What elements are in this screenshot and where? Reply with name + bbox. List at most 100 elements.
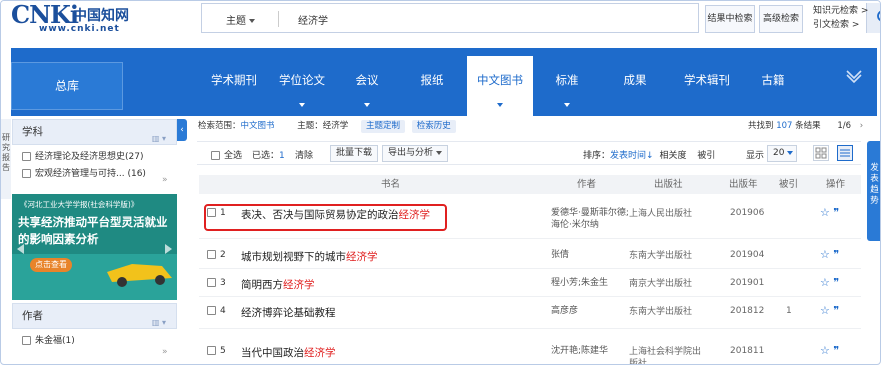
checkbox[interactable] — [207, 346, 216, 355]
scope-label: 检索范围： — [198, 121, 241, 131]
publisher-cell[interactable]: 东南大学出版社 — [629, 306, 692, 318]
trend-panel-tab[interactable]: 发表趋势 — [867, 141, 880, 241]
tab-4[interactable]: 报纸 — [404, 48, 460, 116]
expand-chevron-icon[interactable] — [845, 70, 863, 88]
topic-custom-button[interactable]: 主题定制 — [360, 120, 405, 133]
banner-view-button[interactable]: 点击查看 — [30, 258, 72, 272]
cnki-logo[interactable]: CNKi 中国知网 www.cnki.net — [11, 1, 151, 35]
row-index: 3 — [220, 278, 226, 288]
favorite-star-icon[interactable]: ☆ — [820, 276, 830, 289]
result-search-button[interactable]: 结果中检索 — [705, 5, 755, 33]
topic-value: 经济学 — [322, 121, 349, 131]
publisher-cell[interactable]: 南京大学出版社 — [629, 278, 692, 290]
author-line-1: 高彦彦 — [551, 306, 579, 316]
favorite-star-icon[interactable]: ☆ — [820, 206, 830, 219]
list-item[interactable]: 经济理论及经济思想史(27) — [12, 149, 177, 166]
search-input[interactable]: 经济学 — [298, 12, 328, 27]
author-cell[interactable]: 张倩 — [551, 249, 569, 261]
advanced-search-button[interactable]: 高级检索 — [759, 5, 803, 33]
clear-button[interactable]: 清除 — [295, 148, 313, 161]
publisher-cell[interactable]: 上海人民出版社 — [629, 208, 692, 220]
tab-zongku[interactable]: 总库 — [11, 62, 123, 110]
title-keyword: 经济学 — [346, 251, 378, 263]
favorite-star-icon[interactable]: ☆ — [820, 304, 830, 317]
book-title-link[interactable]: 城市规划视野下的城市经济学 — [241, 249, 378, 264]
cited-cell[interactable]: 1 — [786, 306, 792, 316]
tab-label: 学术辑刊 — [684, 73, 730, 87]
tab-2[interactable]: 学位论文 — [269, 48, 335, 116]
sort-by-cited[interactable]: 被引 — [697, 151, 715, 161]
checkbox[interactable] — [22, 169, 31, 178]
tab-label: 学位论文 — [279, 73, 325, 87]
tab-label: 学术期刊 — [211, 73, 257, 87]
expand-more-icon[interactable]: » — [162, 347, 168, 357]
page-size-select[interactable]: 20 — [767, 145, 797, 162]
sort-label: 排序： — [583, 151, 611, 161]
export-analysis-button[interactable]: 导出与分析 — [382, 145, 449, 162]
author-cell[interactable]: 高彦彦 — [551, 305, 578, 317]
row-select[interactable]: 2 — [207, 250, 226, 260]
logo-url: www.cnki.net — [39, 24, 120, 34]
citation-search-link[interactable]: 引文检索 > — [813, 18, 868, 32]
row-select[interactable]: 4 — [207, 306, 226, 316]
sort-by-time[interactable]: 发表时间 — [610, 151, 646, 161]
quote-icon[interactable]: ❞ — [833, 248, 839, 261]
author-cell[interactable]: 沈开艳;陈建华 — [551, 345, 608, 357]
subject-facet-header[interactable]: 学科 ▥ ▾ — [12, 119, 177, 145]
chart-icon[interactable]: ▥ ▾ — [152, 311, 166, 335]
book-title-link[interactable]: 当代中国政治经济学 — [241, 345, 336, 360]
book-title-link[interactable]: 简明西方经济学 — [241, 277, 315, 292]
checkbox[interactable] — [207, 250, 216, 259]
list-item[interactable]: 宏观经济管理与可持... (16) — [12, 166, 177, 183]
author-cell[interactable]: 爱德华·曼斯菲尔德; 海伦·米尔纳 — [551, 207, 629, 231]
promo-banner[interactable]: 《河北工业大学学报(社会科学版)》 共享经济推动平台型灵活就业 的影响因素分析 … — [12, 194, 177, 300]
tab-9[interactable]: 古籍 — [745, 48, 801, 116]
grid-view-icon[interactable] — [813, 145, 829, 161]
tab-6[interactable]: 标准 — [539, 48, 595, 116]
search-history-button[interactable]: 检索历史 — [411, 120, 456, 133]
favorite-star-icon[interactable]: ☆ — [820, 344, 830, 357]
select-all[interactable]: 全选 — [211, 148, 242, 161]
column-cited[interactable]: 被引 — [779, 175, 798, 194]
publisher-cell[interactable]: 东南大学出版社 — [629, 250, 692, 262]
checkbox[interactable] — [211, 151, 220, 160]
year-cell: 201901 — [730, 278, 765, 288]
favorite-star-icon[interactable]: ☆ — [820, 248, 830, 261]
row-ops: ☆ ❞ — [820, 248, 839, 261]
author-facet-header[interactable]: 作者 ▥ ▾ — [12, 303, 177, 329]
checkbox[interactable] — [22, 152, 31, 161]
search-field-select[interactable]: 主题 — [226, 12, 255, 27]
next-page-icon[interactable]: › — [860, 121, 863, 131]
book-title-link[interactable]: 经济博弈论基础教程 — [241, 305, 336, 320]
row-ops: ☆ ❞ — [820, 344, 839, 357]
quote-icon[interactable]: ❞ — [833, 344, 839, 357]
checkbox[interactable] — [207, 278, 216, 287]
chart-icon[interactable]: ▥ ▾ — [152, 127, 166, 151]
author-cell[interactable]: 程小芳;朱金生 — [551, 277, 608, 289]
research-report-tool[interactable]: 研究报告 — [1, 119, 11, 199]
quote-icon[interactable]: ❞ — [833, 304, 839, 317]
tab-7[interactable]: 成果 — [607, 48, 663, 116]
row-select[interactable]: 3 — [207, 278, 226, 288]
expand-more-icon[interactable]: » — [162, 175, 168, 185]
knowledge-search-link[interactable]: 知识元检索 > — [813, 4, 868, 18]
tab-1[interactable]: 学术期刊 — [201, 48, 267, 116]
tab-8[interactable]: 学术辑刊 — [672, 48, 742, 116]
quote-icon[interactable]: ❞ — [833, 206, 839, 219]
tab-3[interactable]: 会议 — [339, 48, 395, 116]
table-header: 书名 作者 出版社 出版年 被引 操作 — [199, 175, 861, 194]
collapse-sidebar-button[interactable]: ‹ — [177, 119, 187, 141]
table-row: 3 简明西方经济学 程小芳;朱金生 南京大学出版社 201901 ☆ ❞ — [199, 269, 861, 297]
quote-icon[interactable]: ❞ — [833, 276, 839, 289]
checkbox[interactable] — [22, 336, 31, 345]
list-item[interactable]: 朱金福(1) — [12, 333, 75, 350]
batch-download-button[interactable]: 批量下载 — [330, 145, 379, 162]
row-select[interactable]: 5 — [207, 346, 226, 356]
chevron-down-icon — [364, 103, 370, 107]
publisher-cell[interactable]: 上海社会科学院出 版社 — [629, 346, 701, 364]
row-ops: ☆ ❞ — [820, 276, 839, 289]
checkbox[interactable] — [207, 306, 216, 315]
list-view-icon[interactable] — [837, 145, 853, 161]
sort-by-relevance[interactable]: 相关度 — [659, 151, 686, 161]
tab-5[interactable]: 中文图书 — [467, 56, 533, 116]
